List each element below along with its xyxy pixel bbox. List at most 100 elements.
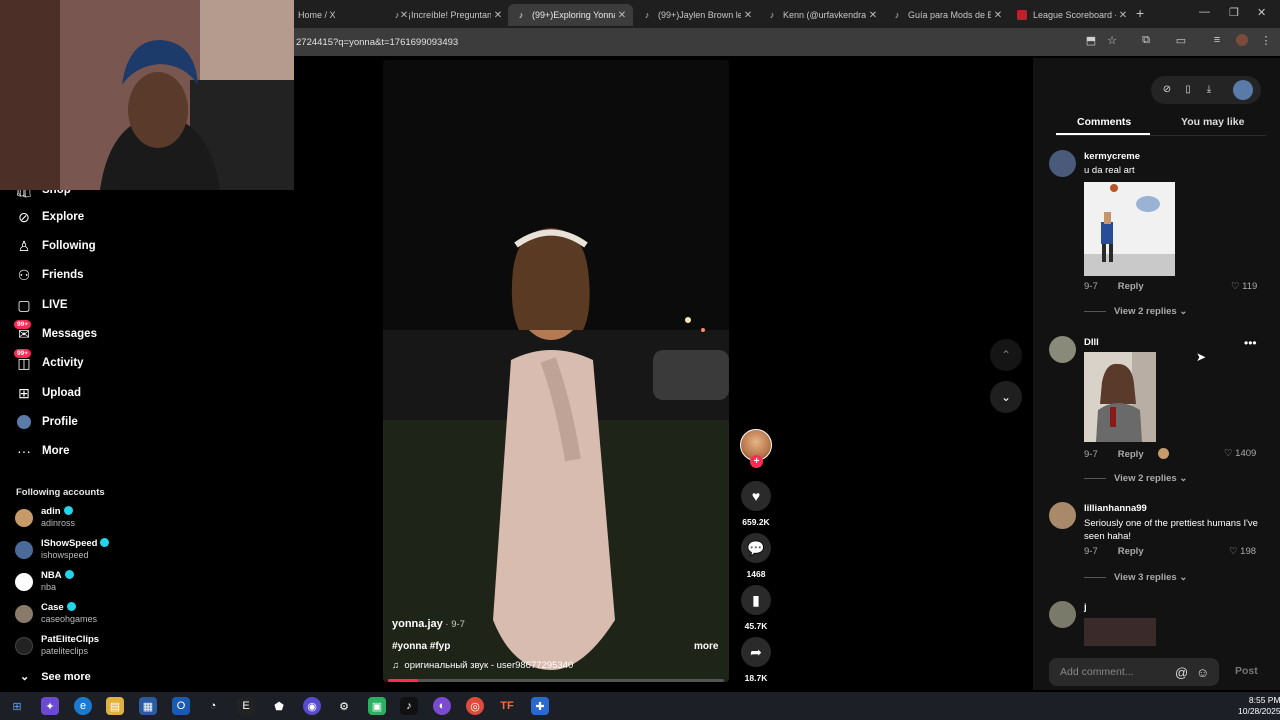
- emoji-icon[interactable]: ☺: [1196, 665, 1209, 680]
- clock-icon[interactable]: ◔: [204, 697, 222, 715]
- comment-username[interactable]: DIll: [1084, 337, 1099, 348]
- save-action[interactable]: ▮ 45.7K: [740, 585, 772, 631]
- tab-kenn[interactable]: ♪ Kenn (@urfavkendra ✕: [759, 4, 884, 26]
- tab-guia-mods[interactable]: ♪ Guía para Mods de B ✕: [884, 4, 1009, 26]
- tab-increible[interactable]: ♪ ¡Increíble! Preguntan ✕: [384, 4, 509, 26]
- game-icon[interactable]: ▣: [368, 697, 386, 715]
- heart-icon[interactable]: ♥: [741, 481, 771, 511]
- sidebar-item-more[interactable]: ··· More: [16, 441, 69, 461]
- close-icon[interactable]: ✕: [491, 10, 505, 21]
- minimize-icon[interactable]: —: [1199, 6, 1210, 18]
- media-controls-icon[interactable]: ≡: [1209, 34, 1225, 50]
- comment-like[interactable]: ♡ 1409: [1224, 448, 1256, 459]
- sidebar-item-profile[interactable]: Profile: [16, 412, 78, 432]
- bookmark-icon[interactable]: ▮: [741, 585, 771, 615]
- user-avatar[interactable]: [1233, 80, 1253, 100]
- close-icon[interactable]: ✕: [991, 10, 1005, 21]
- sidebar-item-upload[interactable]: ⊞ Upload: [16, 383, 81, 403]
- comment-image[interactable]: [1084, 352, 1156, 442]
- close-icon[interactable]: ✕: [866, 10, 880, 21]
- following-account-pateliteclips[interactable]: PatEliteClips pateliteclips: [15, 634, 155, 660]
- comment-image[interactable]: [1084, 182, 1175, 276]
- discord-icon[interactable]: ◉: [303, 697, 321, 715]
- edge-icon[interactable]: e: [74, 697, 92, 715]
- sidebar-item-messages[interactable]: ✉ 99+ Messages: [14, 320, 97, 344]
- sidebar-item-following[interactable]: ♙ Following: [16, 236, 96, 256]
- close-icon[interactable]: ✕: [741, 10, 755, 21]
- sidebar-item-activity[interactable]: ◫ 99+ Activity: [14, 349, 84, 373]
- comment-like[interactable]: ♡ 198: [1229, 546, 1256, 557]
- video-music[interactable]: ♫ оригинальный звук - user98677295340: [392, 660, 573, 671]
- restore-icon[interactable]: ❐: [1229, 6, 1239, 19]
- reply-button[interactable]: Reply: [1118, 281, 1144, 292]
- sidebar-item-live[interactable]: ▢ LIVE: [16, 295, 67, 315]
- window-close-icon[interactable]: ✕: [1257, 6, 1266, 19]
- epic-games-icon[interactable]: E: [237, 697, 255, 715]
- more-options-icon[interactable]: •••: [1244, 336, 1257, 350]
- tab-you-may-like[interactable]: You may like: [1181, 116, 1244, 128]
- snip-icon[interactable]: ✚: [531, 697, 549, 715]
- tf-icon[interactable]: TF: [498, 697, 516, 715]
- comment-action[interactable]: 💬 1468: [740, 533, 772, 579]
- chrome-icon[interactable]: ◎: [466, 697, 484, 715]
- share-icon[interactable]: ➦: [741, 637, 771, 667]
- extensions-icon[interactable]: ⧉: [1138, 34, 1154, 50]
- sidebar-item-explore[interactable]: ⊘ Explore: [16, 207, 84, 227]
- post-button[interactable]: Post: [1235, 665, 1258, 677]
- comment-like[interactable]: ♡ 119: [1231, 281, 1257, 292]
- comment-image[interactable]: [1084, 618, 1156, 646]
- steam-icon[interactable]: ⚙: [335, 697, 353, 715]
- tab-jaylen-brown[interactable]: ♪ (99+)Jaylen Brown left ✕: [634, 4, 759, 26]
- bookmark-star-icon[interactable]: ☆: [1104, 34, 1120, 50]
- reply-button[interactable]: Reply: [1118, 449, 1144, 460]
- comment-avatar[interactable]: [1049, 336, 1076, 363]
- video-author-name[interactable]: yonna.jay: [392, 618, 443, 630]
- view-replies-button[interactable]: View 2 replies ⌄: [1084, 306, 1187, 317]
- arc-icon[interactable]: ⬟: [270, 697, 288, 715]
- store-icon[interactable]: ▦: [139, 697, 157, 715]
- chrome-menu-icon[interactable]: ⋮: [1258, 34, 1274, 50]
- following-account-ishowspeed[interactable]: IShowSpeed ishowspeed: [15, 538, 155, 564]
- tab-league-scoreboard[interactable]: League Scoreboard - ✕: [1009, 4, 1134, 26]
- comment-input[interactable]: [1060, 664, 1170, 680]
- install-app-icon[interactable]: ⬒: [1083, 34, 1099, 50]
- view-replies-button[interactable]: View 3 replies ⌄: [1084, 572, 1187, 583]
- taskbar-clock[interactable]: 8:55 PM 10/28/2025: [1238, 695, 1280, 717]
- previous-video-button[interactable]: ⌃: [990, 339, 1022, 371]
- windows-start-icon[interactable]: ⊞: [8, 697, 26, 715]
- profile-avatar-icon[interactable]: [1234, 34, 1250, 50]
- address-bar-url[interactable]: 2724415?q=yonna&t=1761699093493: [296, 37, 458, 48]
- next-video-button[interactable]: ⌄: [990, 381, 1022, 413]
- following-account-nba[interactable]: NBA nba: [15, 570, 155, 596]
- comment-icon[interactable]: 💬: [741, 533, 771, 563]
- video-player[interactable]: [383, 60, 729, 682]
- share-action[interactable]: ➦ 18.7K: [740, 637, 772, 683]
- compass-icon[interactable]: ⊘: [1161, 84, 1173, 96]
- follow-plus-icon[interactable]: +: [750, 455, 763, 468]
- app-icon[interactable]: ◐: [433, 697, 451, 715]
- sidebar-item-friends[interactable]: ⚇ Friends: [16, 265, 84, 285]
- file-explorer-icon[interactable]: ▤: [106, 697, 124, 715]
- close-icon[interactable]: ✕: [615, 10, 629, 21]
- video-more-button[interactable]: more: [694, 641, 718, 652]
- following-account-case[interactable]: Case caseohgames: [15, 602, 155, 628]
- comment-avatar[interactable]: [1049, 502, 1076, 529]
- comment-username[interactable]: j: [1084, 602, 1087, 613]
- comment-avatar[interactable]: [1049, 150, 1076, 177]
- following-account-adin[interactable]: adin adinross: [15, 506, 155, 532]
- video-progress-bar[interactable]: [388, 679, 724, 682]
- tiktok-app-icon[interactable]: ♪: [400, 697, 418, 715]
- comment-avatar[interactable]: [1049, 601, 1076, 628]
- outlook-icon[interactable]: O: [172, 697, 190, 715]
- copilot-icon[interactable]: ✦: [41, 697, 59, 715]
- like-action[interactable]: ♥ 659.2K: [740, 481, 772, 527]
- tab-exploring-yonna[interactable]: ♪ (99+)Exploring Yonna ✕: [508, 4, 633, 26]
- see-more-button[interactable]: ⌄ See more: [20, 670, 91, 683]
- video-hashtags[interactable]: #yonna #fyp: [392, 641, 450, 652]
- close-icon[interactable]: ✕: [1116, 10, 1130, 21]
- view-replies-button[interactable]: View 2 replies ⌄: [1084, 473, 1187, 484]
- new-tab-button[interactable]: +: [1136, 5, 1144, 21]
- video-author[interactable]: yonna.jay · 9-7: [392, 618, 465, 630]
- mention-icon[interactable]: @: [1175, 665, 1188, 680]
- reply-button[interactable]: Reply: [1118, 546, 1144, 557]
